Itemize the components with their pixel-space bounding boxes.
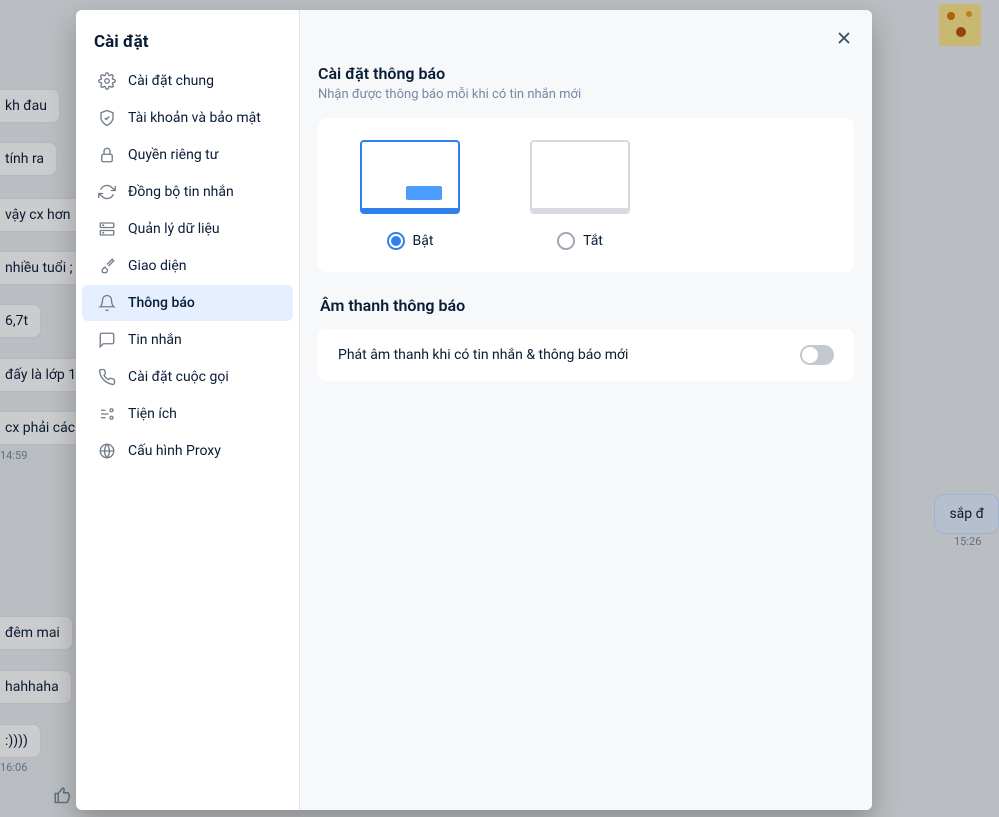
settings-modal: Cài đặt Cài đặt chung Tài khoản và bảo mậ… xyxy=(76,10,872,810)
screen-off-icon xyxy=(530,140,630,214)
notification-off-option[interactable]: Tắt xyxy=(530,140,630,250)
bell-icon xyxy=(98,294,116,312)
sidebar-item-storage[interactable]: Quản lý dữ liệu xyxy=(82,211,293,247)
sound-toggle[interactable] xyxy=(800,345,834,365)
radio-on-label: Bật xyxy=(413,233,434,249)
sidebar-item-bell[interactable]: Thông báo xyxy=(82,285,293,321)
sidebar-item-label: Cấu hình Proxy xyxy=(128,443,221,459)
sidebar-item-label: Giao diện xyxy=(128,258,186,274)
sync-icon xyxy=(98,183,116,201)
modal-title: Cài đặt xyxy=(76,32,299,62)
sidebar-item-brush[interactable]: Giao diện xyxy=(82,248,293,284)
call-icon xyxy=(98,368,116,386)
shield-icon xyxy=(98,109,116,127)
notification-on-option[interactable]: Bật xyxy=(360,140,460,250)
notification-settings-title: Cài đặt thông báo xyxy=(318,64,854,83)
sidebar-item-label: Cài đặt cuộc gọi xyxy=(128,369,229,385)
sidebar-item-lock[interactable]: Quyền riêng tư xyxy=(82,137,293,173)
proxy-icon xyxy=(98,442,116,460)
storage-icon xyxy=(98,220,116,238)
sidebar-item-label: Tài khoản và bảo mật xyxy=(128,110,261,126)
sidebar-item-sync[interactable]: Đồng bộ tin nhắn xyxy=(82,174,293,210)
sidebar-item-shield[interactable]: Tài khoản và bảo mật xyxy=(82,100,293,136)
radio-on-dot xyxy=(387,232,405,250)
radio-off-label: Tắt xyxy=(583,233,603,249)
sidebar-item-label: Cài đặt chung xyxy=(128,73,214,89)
settings-sidebar: Cài đặt Cài đặt chung Tài khoản và bảo mậ… xyxy=(76,10,300,810)
sidebar-item-call[interactable]: Cài đặt cuộc gọi xyxy=(82,359,293,395)
close-button[interactable] xyxy=(830,24,858,52)
sidebar-item-label: Quyền riêng tư xyxy=(128,147,218,163)
message-icon xyxy=(98,331,116,349)
sidebar-item-plugin[interactable]: Tiện ích xyxy=(82,396,293,432)
sound-row-label: Phát âm thanh khi có tin nhắn & thông bá… xyxy=(338,347,628,363)
sidebar-item-label: Tin nhắn xyxy=(128,332,182,348)
notification-settings-subtitle: Nhận được thông báo mỗi khi có tin nhắn … xyxy=(318,87,854,102)
notification-toggle-card: Bật Tắt xyxy=(318,118,854,272)
sidebar-item-label: Thông báo xyxy=(128,295,195,311)
sidebar-item-gear[interactable]: Cài đặt chung xyxy=(82,63,293,99)
lock-icon xyxy=(98,146,116,164)
gear-icon xyxy=(98,72,116,90)
plugin-icon xyxy=(98,405,116,423)
sidebar-item-label: Tiện ích xyxy=(128,406,177,422)
sidebar-item-message[interactable]: Tin nhắn xyxy=(82,322,293,358)
screen-on-icon xyxy=(360,140,460,214)
sidebar-item-label: Quản lý dữ liệu xyxy=(128,221,220,237)
brush-icon xyxy=(98,257,116,275)
settings-content: Cài đặt thông báo Nhận được thông báo mỗ… xyxy=(300,10,872,810)
sound-row: Phát âm thanh khi có tin nhắn & thông bá… xyxy=(318,329,854,381)
sound-section-title: Âm thanh thông báo xyxy=(320,296,854,315)
radio-off-dot xyxy=(557,232,575,250)
sidebar-item-proxy[interactable]: Cấu hình Proxy xyxy=(82,433,293,469)
sidebar-item-label: Đồng bộ tin nhắn xyxy=(128,184,234,200)
